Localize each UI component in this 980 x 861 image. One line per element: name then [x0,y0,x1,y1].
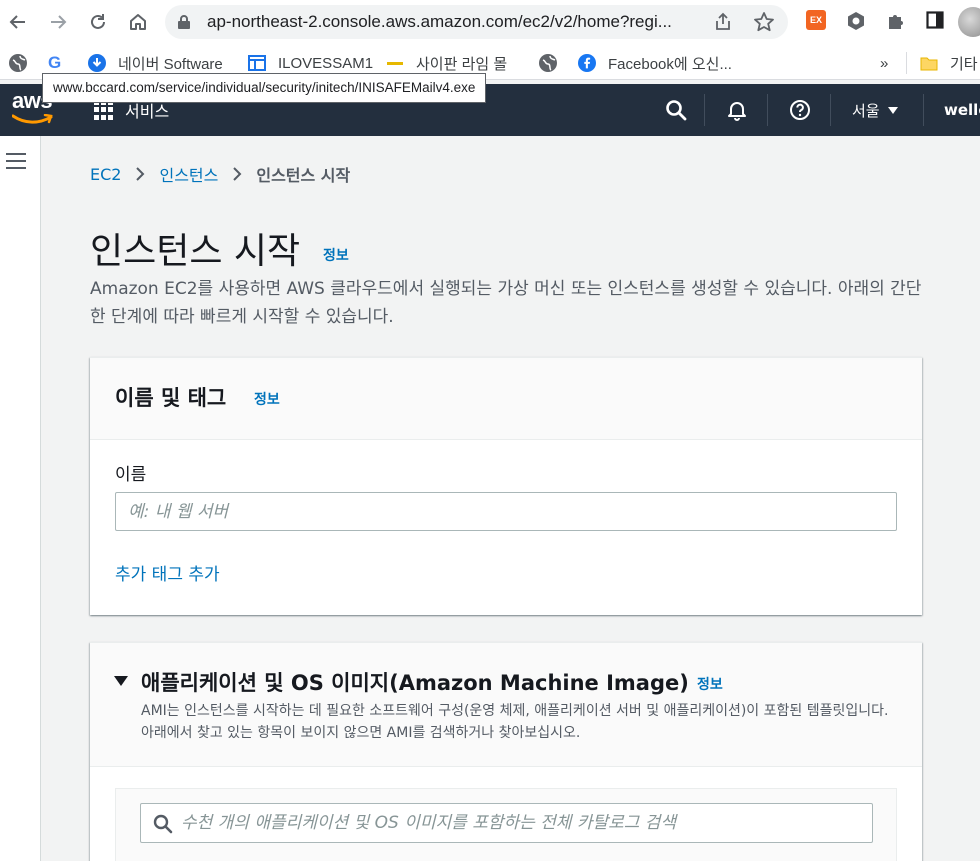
nav-divider [923,94,924,126]
name-field-label: 이름 [115,465,147,485]
help-icon [790,100,810,120]
add-tags-link[interactable]: 추가 태그 추가 [115,560,220,585]
bookmark-divider [906,52,907,74]
more-bookmarks-label: » [880,54,889,72]
nav-divider [830,94,831,126]
bookmark-label: 네이버 Software [118,55,223,73]
aws-smile-icon [12,114,53,124]
name-tags-heading: 이름 및 태그 [115,386,227,410]
search-icon [666,100,687,121]
region-label: 서울 [852,102,880,120]
breadcrumb-ec2[interactable]: EC2 [90,165,121,184]
folder-icon [920,54,938,72]
region-selector[interactable]: 서울 [852,100,898,121]
ex-extension-icon[interactable]: EX [806,10,826,30]
reload-button[interactable] [84,8,112,36]
puzzle-icon [889,15,903,29]
bell-icon [728,102,746,121]
bookmark-ilovessam[interactable]: ILOVESSAM1 [248,52,373,74]
chevron-right-icon [232,167,242,181]
extensions-button[interactable] [886,11,906,35]
lock-icon [178,15,190,29]
arrow-right-icon [51,15,67,29]
globe-icon [9,54,27,72]
grid-icon [94,100,114,120]
breadcrumb-current: 인스턴스 시작 [256,166,351,185]
nav-divider [767,94,768,126]
ami-search-box[interactable] [140,803,873,843]
address-bar[interactable]: ap-northeast-2.console.aws.amazon.com/ec… [165,5,788,39]
search-icon [153,814,173,834]
search-button[interactable] [664,98,688,122]
name-and-tags-panel: 이름 및 태그 정보 이름 추가 태그 추가 [90,357,922,615]
arrow-left-icon [9,15,25,29]
menu-icon[interactable] [6,153,26,169]
table-icon [248,54,266,72]
bookmark-saipan-lime[interactable]: 사이판 라임 몰 [386,52,507,74]
ami-search-container [115,788,897,861]
ami-search-input[interactable] [181,804,871,842]
hexagon-icon [848,12,864,30]
bookmark-globe[interactable] [8,52,28,74]
ami-description: AMI는 인스턴스를 시작하는 데 필요한 소프트웨어 구성(운영 체제, 애플… [141,703,889,741]
account-menu[interactable]: wellc [944,101,980,119]
bookmark-label: ILOVESSAM1 [278,54,374,72]
name-input[interactable] [115,492,897,531]
ami-panel: 애플리케이션 및 OS 이미지(Amazon Machine Image) 정보… [90,642,922,861]
breadcrumb: EC2 인스턴스 인스턴스 시작 [90,162,350,186]
reload-icon [91,14,105,29]
site-logo-icon [386,54,404,72]
caret-down-icon[interactable] [114,676,128,686]
hexagon-extension-icon[interactable] [846,11,866,35]
star-icon[interactable] [753,11,775,33]
other-bookmarks-folder[interactable]: 기타 [920,52,978,74]
back-button[interactable] [4,8,32,36]
page-description: Amazon EC2를 사용하면 AWS 클라우드에서 실행되는 가상 머신 또… [90,279,922,327]
help-button[interactable] [788,98,812,122]
notifications-button[interactable] [725,98,749,122]
page-title: 인스턴스 시작 [90,231,301,272]
ami-info-link[interactable]: 정보 [697,674,723,694]
facebook-icon [578,54,596,72]
breadcrumb-instances[interactable]: 인스턴스 [159,162,218,186]
window-icon [926,11,944,29]
side-navigation-rail [0,136,41,861]
bookmark-google[interactable]: G [48,52,61,74]
bookmark-naver-software[interactable]: 네이버 Software [88,52,223,74]
side-panel-button[interactable] [926,11,944,33]
name-tags-info-link[interactable]: 정보 [254,389,280,409]
bookmark-globe-2[interactable] [538,52,558,74]
globe-icon [539,54,557,72]
ex-badge: EX [806,10,826,30]
page-info-link[interactable]: 정보 [323,245,349,265]
forward-button[interactable] [44,8,72,36]
other-folder-label: 기타 [950,55,978,73]
ami-heading: 애플리케이션 및 OS 이미지(Amazon Machine Image) [141,671,689,695]
home-icon [130,14,146,30]
bookmark-label: Facebook에 오신... [608,55,732,73]
panel-header: 이름 및 태그 정보 [90,358,922,440]
link-tooltip: www.bccard.com/service/individual/securi… [42,73,487,103]
url-text: ap-northeast-2.console.aws.amazon.com/ec… [207,12,672,31]
more-bookmarks-button[interactable]: » [880,52,888,74]
bookmark-label: 사이판 라임 몰 [416,55,508,73]
panel-header: 애플리케이션 및 OS 이미지(Amazon Machine Image) 정보… [90,643,922,767]
share-icon[interactable] [713,12,733,32]
nav-divider [704,94,705,126]
profile-avatar[interactable] [958,7,980,37]
browser-toolbar: ap-northeast-2.console.aws.amazon.com/ec… [0,0,980,44]
bookmark-facebook[interactable]: Facebook에 오신... [578,52,732,74]
chevron-right-icon [135,167,145,181]
caret-down-icon [887,107,898,114]
download-icon [88,54,106,72]
home-button[interactable] [124,8,152,36]
google-g-icon: G [48,53,62,72]
